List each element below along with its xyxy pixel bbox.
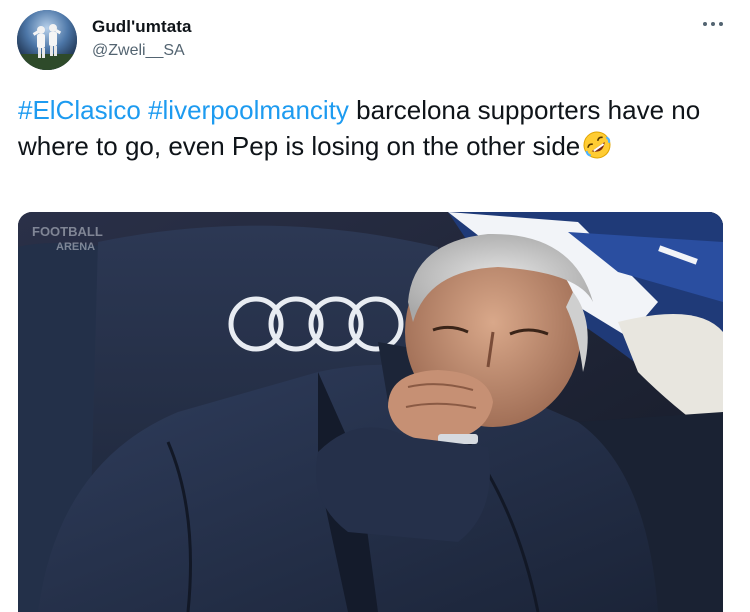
rolling-on-the-floor-laughing-emoji-icon	[581, 129, 613, 161]
watermark-line-1: FOOTBALL	[32, 224, 103, 239]
avatar[interactable]	[17, 10, 77, 70]
avatar-image	[17, 10, 77, 70]
tweet-media-image[interactable]: FOOTBALL ARENA	[18, 212, 723, 612]
watermark-line-2: ARENA	[56, 241, 95, 253]
tweet-text: #ElClasico #liverpoolmancity barcelona s…	[18, 92, 718, 164]
hashtag-liverpoolmancity[interactable]: #liverpoolmancity	[148, 95, 349, 125]
more-options-button[interactable]	[700, 14, 726, 34]
author-display-name[interactable]: Gudl'umtata	[92, 17, 192, 37]
photo-man-laughing-in-stands: FOOTBALL ARENA	[18, 212, 723, 612]
more-horizontal-icon	[703, 22, 723, 26]
author-handle[interactable]: @Zweli__SA	[92, 42, 185, 60]
hashtag-elclasico[interactable]: #ElClasico	[18, 95, 141, 125]
